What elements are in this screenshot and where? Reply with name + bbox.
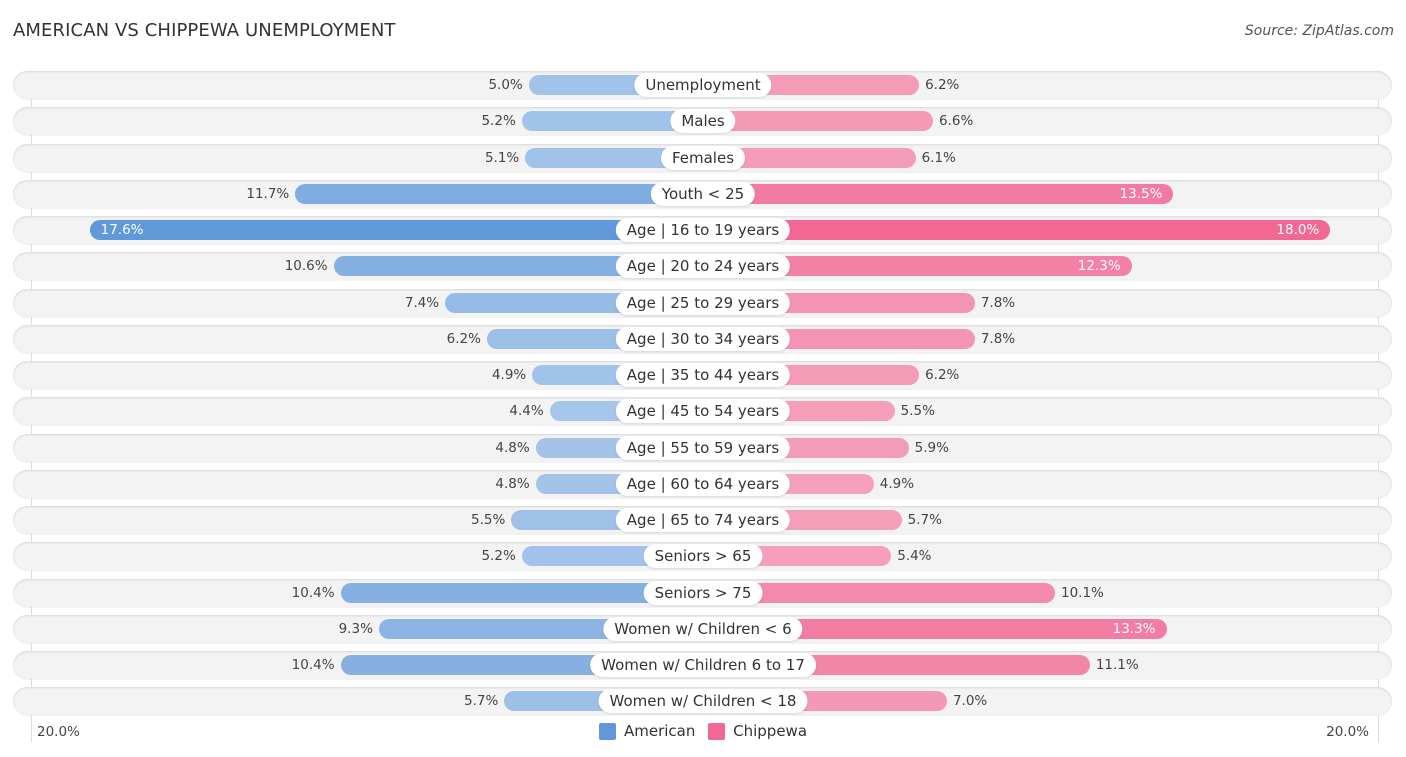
category-label: Age | 55 to 59 years xyxy=(615,435,791,460)
chart-row: 5.1% 6.1% Females xyxy=(13,143,1392,172)
chart-row: 11.7% 13.5% Youth < 25 xyxy=(13,179,1392,208)
value-label-american: 10.6% xyxy=(284,258,328,275)
category-label: Women w/ Children < 6 xyxy=(603,616,803,641)
category-label: Age | 25 to 29 years xyxy=(615,290,791,315)
value-label-chippewa: 6.6% xyxy=(939,113,974,130)
value-label-chippewa: 12.3% xyxy=(1077,258,1121,275)
legend-item-chippewa[interactable]: Chippewa xyxy=(708,722,807,740)
value-label-american: 6.2% xyxy=(446,330,481,347)
value-label-american: 4.9% xyxy=(491,367,527,383)
category-label: Youth < 25 xyxy=(650,181,756,206)
value-label-american: 4.4% xyxy=(509,403,544,420)
category-label: Women w/ Children 6 to 17 xyxy=(590,653,816,677)
chart-row: 5.7% 7.0% Women w/ Children < 18 xyxy=(13,687,1392,716)
value-label-american: 5.7% xyxy=(464,693,499,710)
category-label: Age | 35 to 44 years xyxy=(615,363,791,387)
value-label-american: 4.8% xyxy=(495,475,530,492)
chart-row: 9.3% 13.3% Women w/ Children < 6 xyxy=(13,614,1392,643)
bar-chippewa[interactable] xyxy=(703,220,1331,240)
legend-label-american: American xyxy=(623,722,696,740)
chart-row: 17.6% 18.0% Age | 16 to 19 years xyxy=(13,216,1392,244)
value-label-chippewa: 7.8% xyxy=(980,294,1016,311)
value-label-chippewa: 10.1% xyxy=(1060,584,1104,601)
value-label-american: 17.6% xyxy=(100,222,144,238)
legend-swatch-chippewa xyxy=(708,722,726,740)
chart-row: 10.4% 11.1% Women w/ Children 6 to 17 xyxy=(13,651,1392,679)
category-label: Males xyxy=(670,109,736,134)
value-label-american: 11.7% xyxy=(246,185,290,202)
chart-row: 5.5% 5.7% Age | 65 to 74 years xyxy=(13,506,1392,534)
value-label-chippewa: 6.1% xyxy=(921,149,956,166)
legend-item-american[interactable]: American xyxy=(598,722,696,740)
value-label-american: 7.4% xyxy=(404,294,440,311)
chart-row: 10.6% 12.3% Age | 20 to 24 years xyxy=(13,252,1392,281)
value-label-chippewa: 4.9% xyxy=(879,475,915,492)
source-label: Source: ZipAtlas.com xyxy=(1244,23,1394,39)
value-label-chippewa: 7.8% xyxy=(980,330,1016,347)
chart-row: 6.2% 7.8% Age | 30 to 34 years xyxy=(13,324,1392,353)
chart-row: 5.0% 6.2% Unemployment xyxy=(13,71,1392,99)
value-label-american: 5.2% xyxy=(481,548,516,565)
bar-american[interactable] xyxy=(89,220,703,240)
value-label-chippewa: 5.4% xyxy=(897,548,932,565)
category-label: Age | 45 to 54 years xyxy=(615,399,791,424)
category-label: Age | 60 to 64 years xyxy=(615,471,791,496)
chart-row: 4.8% 4.9% Age | 60 to 64 years xyxy=(13,469,1392,498)
value-label-american: 5.5% xyxy=(471,512,506,528)
chart-row: 10.4% 10.1% Seniors > 75 xyxy=(13,578,1392,607)
legend-label-chippewa: Chippewa xyxy=(733,722,808,740)
chart-title: AMERICAN VS CHIPPEWA UNEMPLOYMENT xyxy=(13,20,396,41)
value-label-chippewa: 5.7% xyxy=(907,512,942,528)
category-label: Women w/ Children < 18 xyxy=(598,689,808,714)
value-label-american: 5.0% xyxy=(488,77,523,93)
value-label-chippewa: 13.3% xyxy=(1112,620,1156,637)
chart-row: 7.4% 7.8% Age | 25 to 29 years xyxy=(13,288,1392,317)
value-label-chippewa: 7.0% xyxy=(952,693,988,710)
value-label-chippewa: 13.5% xyxy=(1119,185,1163,202)
category-label: Unemployment xyxy=(634,73,772,97)
chart-row: 4.4% 5.5% Age | 45 to 54 years xyxy=(13,397,1392,426)
value-label-chippewa: 5.9% xyxy=(914,439,949,456)
chart-row: 5.2% 5.4% Seniors > 65 xyxy=(13,542,1392,571)
value-label-american: 5.1% xyxy=(484,149,520,166)
value-label-chippewa: 6.2% xyxy=(925,77,960,93)
bar-american[interactable] xyxy=(295,183,703,204)
value-label-chippewa: 18.0% xyxy=(1276,222,1320,238)
chart-row: 5.2% 6.6% Males xyxy=(13,107,1392,136)
value-label-american: 5.2% xyxy=(481,113,516,130)
chart-row: 4.8% 5.9% Age | 55 to 59 years xyxy=(13,433,1392,462)
category-label: Age | 30 to 34 years xyxy=(615,326,791,351)
bar-chippewa[interactable] xyxy=(703,111,933,132)
value-label-american: 9.3% xyxy=(338,620,373,637)
category-label: Age | 65 to 74 years xyxy=(615,508,791,532)
value-label-american: 10.4% xyxy=(291,657,335,673)
category-label: Age | 16 to 19 years xyxy=(615,218,791,242)
category-label: Seniors > 65 xyxy=(643,544,763,569)
category-label: Seniors > 75 xyxy=(643,580,763,605)
value-label-chippewa: 6.2% xyxy=(925,367,960,383)
category-label: Age | 20 to 24 years xyxy=(615,254,791,279)
value-label-american: 4.8% xyxy=(495,439,530,456)
value-label-chippewa: 11.1% xyxy=(1095,657,1139,673)
value-label-american: 10.4% xyxy=(291,584,335,601)
legend: American Chippewa xyxy=(0,722,1406,744)
chart-row: 4.9% 6.2% Age | 35 to 44 years xyxy=(13,361,1392,389)
category-label: Females xyxy=(660,145,746,170)
bar-chippewa[interactable] xyxy=(703,183,1174,204)
value-label-chippewa: 5.5% xyxy=(900,403,935,420)
legend-swatch-american xyxy=(598,722,616,740)
